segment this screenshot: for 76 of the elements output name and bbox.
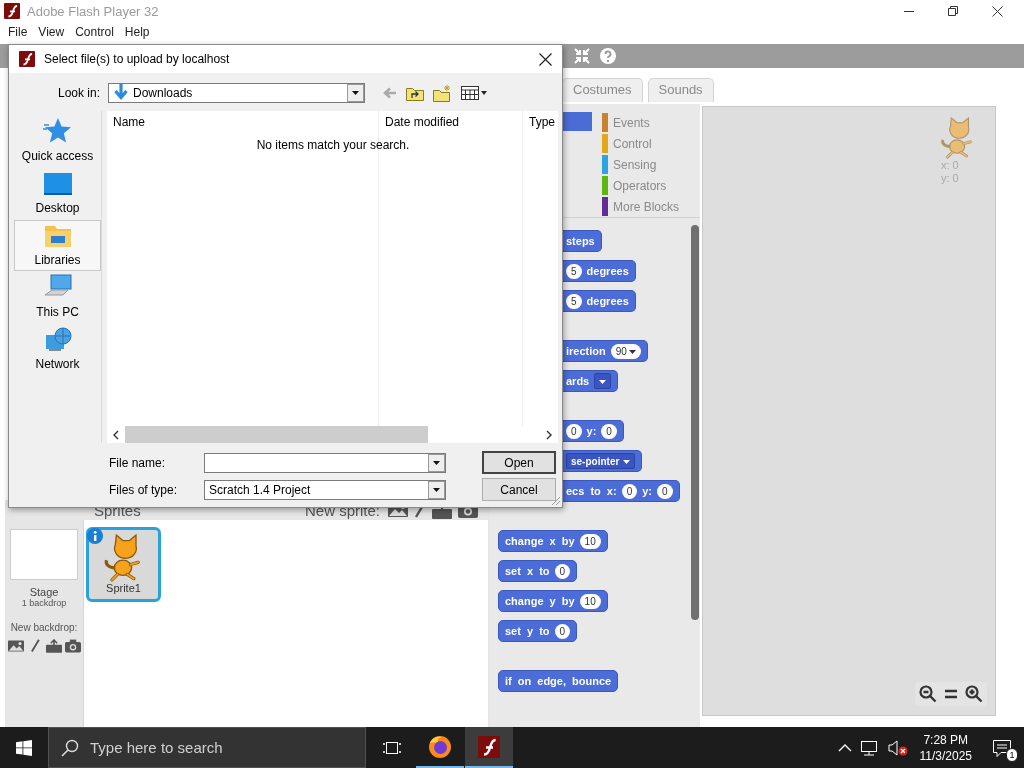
search-field[interactable]: Type here to search [88, 738, 365, 757]
category-label: Operators [613, 178, 667, 193]
number-input[interactable]: 0 [621, 483, 638, 499]
stage-label: Stage [29, 586, 59, 598]
number-input[interactable]: 0 [554, 623, 571, 639]
place-item[interactable]: Network [14, 324, 101, 375]
search-box[interactable]: Type here to search [48, 727, 366, 768]
clock-date[interactable]: 11/3/2025 [919, 747, 972, 764]
block-label: y: [642, 485, 652, 497]
code-block[interactable]: change x by 10 [498, 530, 608, 552]
code-block[interactable]: 5 degrees [562, 290, 636, 312]
number-input[interactable]: 0 [657, 483, 673, 499]
number-input[interactable]: 5 [566, 263, 582, 279]
dialog-title: Select file(s) to upload by localhost [44, 52, 231, 66]
category-label: Sensing [613, 157, 657, 172]
clock-time[interactable]: 7:28 PM [923, 731, 969, 748]
file-type-dropdown[interactable]: Scratch 1.4 Project [204, 479, 446, 500]
field-value: Downloads [133, 86, 194, 100]
code-block[interactable]: change y by 10 [498, 590, 608, 612]
column-header[interactable]: Name [113, 115, 145, 129]
code-block[interactable]: set y to 0 [498, 620, 578, 642]
dropdown-menu[interactable]: se-pointer [566, 453, 636, 469]
category-label: Control [613, 136, 652, 151]
code-block[interactable]: ecs to x: 0 y: 0 [562, 480, 680, 502]
number-input[interactable]: 5 [566, 293, 582, 309]
menu-item[interactable]: Help [119, 25, 155, 39]
backdrop-count: 1 backdrop [21, 598, 67, 608]
menu-item[interactable]: View [33, 25, 70, 39]
field-label: File name: [109, 455, 167, 470]
window-title: Adobe Flash Player 32 [27, 3, 160, 19]
column-header[interactable]: Type [529, 115, 555, 129]
code-block[interactable]: set x to 0 [498, 560, 578, 582]
block-label: change y by [505, 595, 575, 607]
block-label: y: [586, 425, 597, 437]
code-block[interactable]: se-pointer [562, 450, 643, 472]
code-block[interactable]: 5 degrees [562, 260, 636, 282]
place-item[interactable]: Desktop [14, 168, 101, 219]
number-dropdown[interactable]: 90 [610, 343, 641, 359]
number-input[interactable]: 0 [566, 423, 582, 439]
place-item[interactable]: This PC [14, 272, 101, 323]
code-block[interactable]: ards [562, 370, 619, 392]
block-label: set x to [505, 565, 550, 577]
number-input[interactable]: 10 [579, 593, 601, 609]
sprite-tile[interactable]: Sprite1 [86, 527, 161, 602]
folder-dropdown[interactable]: Downloads [108, 83, 365, 103]
category-label: More Blocks [613, 199, 680, 214]
field-label: Files of type: [109, 482, 179, 497]
block-label: degrees [586, 265, 629, 277]
code-block[interactable]: steps [562, 230, 602, 252]
block-label: steps [566, 235, 595, 247]
block-label: ecs to x: [566, 485, 617, 497]
place-item[interactable]: Quick access [14, 116, 101, 167]
menu-item[interactable]: File [3, 25, 33, 39]
number-input[interactable]: 0 [554, 563, 571, 579]
place-item[interactable]: Libraries [14, 220, 101, 271]
empty-message: No items match your search. [256, 138, 410, 152]
block-label: change x by [505, 535, 575, 547]
notification-count: 1 [1006, 747, 1018, 762]
code-block[interactable]: if on edge, bounce [498, 670, 619, 692]
sprite-name: Sprite1 [106, 582, 141, 594]
code-block[interactable]: irection 90 [562, 340, 648, 362]
dialog-button[interactable]: Cancel [482, 478, 556, 501]
category-label: Events [613, 115, 650, 130]
dialog-button[interactable]: Open [482, 451, 556, 474]
new-backdrop-label: New backdrop: [10, 622, 78, 633]
block-label: if on edge, bounce [505, 675, 612, 687]
block-label: set y to [505, 625, 550, 637]
block-label: degrees [586, 295, 629, 307]
block-label: irection [566, 345, 606, 357]
menu-item[interactable]: Control [70, 25, 119, 39]
number-input[interactable]: 10 [579, 533, 601, 549]
number-input[interactable]: 0 [601, 423, 617, 439]
field-label: Look in: [56, 86, 100, 100]
block-label: ards [566, 375, 590, 387]
code-block[interactable]: 0 y: 0 [562, 420, 624, 442]
column-header[interactable]: Date modified [385, 115, 460, 129]
